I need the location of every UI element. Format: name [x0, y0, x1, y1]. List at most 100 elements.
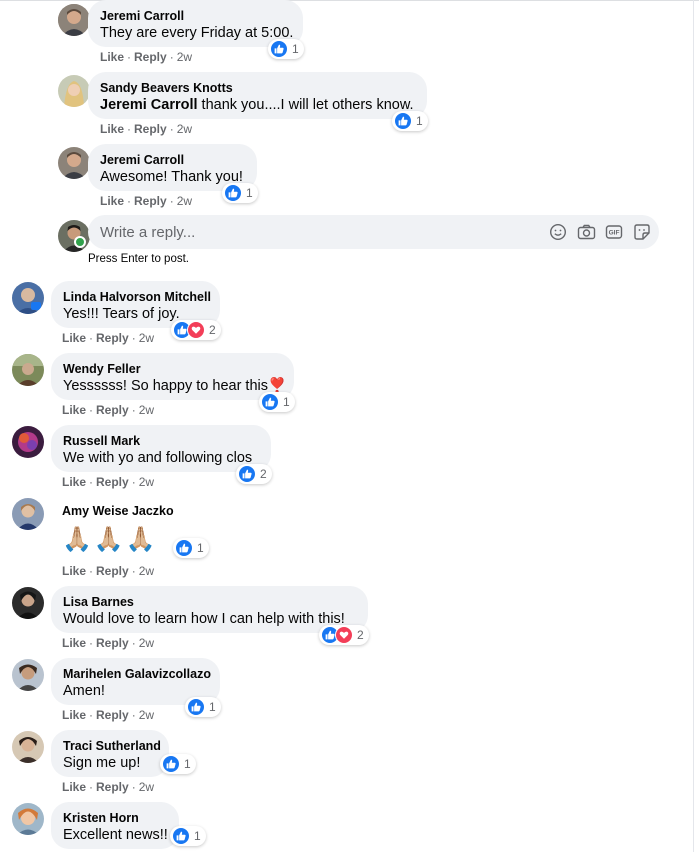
- comment-actions: Like · Reply · 2w: [62, 708, 155, 722]
- reply-link[interactable]: Reply: [134, 122, 167, 136]
- reaction-summary[interactable]: 1: [160, 754, 196, 774]
- comment-age[interactable]: 2w: [139, 780, 154, 794]
- comment-age[interactable]: 2w: [177, 122, 192, 136]
- reply-composer[interactable]: GIF: [88, 215, 659, 249]
- like-link[interactable]: Like: [62, 636, 86, 650]
- reaction-summary[interactable]: 1: [170, 826, 206, 846]
- comment-text-body: thank you....I will let others know.: [197, 97, 414, 113]
- like-link[interactable]: Like: [100, 122, 124, 136]
- reaction-count: 2: [260, 467, 267, 481]
- comment-text: Sign me up!: [63, 755, 141, 771]
- like-link[interactable]: Like: [62, 331, 86, 345]
- like-link[interactable]: Like: [62, 780, 86, 794]
- reaction-summary[interactable]: 1: [222, 183, 258, 203]
- comment-age[interactable]: 2w: [139, 564, 154, 578]
- reply-link[interactable]: Reply: [134, 194, 167, 208]
- avatar[interactable]: [12, 354, 44, 386]
- comment-author[interactable]: Amy Weise Jaczko: [62, 503, 174, 519]
- comment-author[interactable]: Lisa Barnes: [63, 594, 356, 610]
- mention-link[interactable]: Jeremi Carroll: [100, 97, 198, 113]
- like-link[interactable]: Like: [62, 564, 86, 578]
- like-link[interactable]: Like: [62, 708, 86, 722]
- comment-author[interactable]: Kristen Horn: [63, 810, 167, 826]
- avatar[interactable]: [58, 4, 90, 36]
- current-user-avatar[interactable]: [58, 220, 90, 252]
- comment-text: We with yo and following clos: [63, 450, 253, 466]
- reaction-summary[interactable]: 1: [392, 111, 428, 131]
- online-status-dot: [74, 236, 86, 248]
- reply-link[interactable]: Reply: [96, 636, 129, 650]
- gif-icon[interactable]: GIF: [604, 222, 624, 242]
- reply-link[interactable]: Reply: [96, 708, 129, 722]
- reply-link[interactable]: Reply: [96, 564, 129, 578]
- comment-author[interactable]: Jeremi Carroll: [100, 152, 245, 168]
- reaction-count: 1: [416, 114, 423, 128]
- comment-bubble: Russell Mark We with yo and following cl…: [51, 425, 271, 472]
- comment-age[interactable]: 2w: [139, 403, 154, 417]
- avatar[interactable]: [12, 731, 44, 763]
- avatar[interactable]: [58, 147, 90, 179]
- reaction-count: 2: [209, 323, 216, 337]
- avatar[interactable]: [12, 587, 44, 619]
- camera-icon[interactable]: [576, 222, 596, 242]
- avatar[interactable]: [12, 659, 44, 691]
- reply-link[interactable]: Reply: [96, 403, 129, 417]
- comment-author[interactable]: Sandy Beavers Knotts: [100, 80, 415, 96]
- comment-actions: Like · Reply · 2w: [62, 564, 155, 578]
- reaction-summary[interactable]: 1: [185, 697, 221, 717]
- like-link[interactable]: Like: [100, 194, 124, 208]
- comment-age[interactable]: 2w: [177, 50, 192, 64]
- comment-author[interactable]: Marihelen Galavizcollazo: [63, 666, 211, 682]
- reaction-count: 1: [194, 829, 201, 843]
- avatar[interactable]: [12, 803, 44, 835]
- comment-actions: Like · Reply · 2w: [100, 122, 193, 136]
- comment-age[interactable]: 2w: [177, 194, 192, 208]
- like-reaction-icon: [175, 539, 193, 557]
- reply-link[interactable]: Reply: [96, 331, 129, 345]
- comment-age[interactable]: 2w: [139, 475, 154, 489]
- comment-age[interactable]: 2w: [139, 636, 154, 650]
- avatar[interactable]: [12, 282, 44, 314]
- avatar[interactable]: [12, 498, 44, 530]
- like-reaction-icon: [270, 40, 288, 58]
- comment-text: They are every Friday at 5:00.: [100, 25, 294, 41]
- comment-author[interactable]: Russell Mark: [63, 433, 259, 449]
- emoji-icon[interactable]: [548, 222, 568, 242]
- comment-author[interactable]: Traci Sutherland: [63, 738, 161, 754]
- reply-link[interactable]: Reply: [96, 475, 129, 489]
- comment-age[interactable]: 2w: [139, 708, 154, 722]
- like-link[interactable]: Like: [100, 50, 124, 64]
- like-link[interactable]: Like: [62, 403, 86, 417]
- reaction-count: 1: [197, 541, 204, 555]
- svg-text:GIF: GIF: [609, 230, 620, 237]
- sticker-icon[interactable]: [632, 222, 652, 242]
- reply-link[interactable]: Reply: [134, 50, 167, 64]
- comment-age[interactable]: 2w: [139, 331, 154, 345]
- comment-text: Excellent news!!: [63, 827, 168, 843]
- reaction-summary[interactable]: 1: [268, 39, 304, 59]
- comment-actions: Like · Reply · 2w: [62, 403, 155, 417]
- comment-author[interactable]: Jeremi Carroll: [100, 8, 291, 24]
- comment-text: Jeremi Carroll thank you....I will let o…: [100, 96, 415, 115]
- comment-author[interactable]: Linda Halvorson Mitchell: [63, 289, 211, 305]
- like-reaction-icon: [187, 698, 205, 716]
- reaction-summary[interactable]: 2: [319, 625, 369, 645]
- comment-text: Awesome! Thank you!: [100, 169, 243, 185]
- comment-bubble: Jeremi Carroll They are every Friday at …: [88, 0, 303, 47]
- reaction-summary[interactable]: 2: [236, 464, 272, 484]
- reply-input[interactable]: [88, 215, 552, 249]
- reaction-summary[interactable]: 2: [171, 320, 221, 340]
- love-reaction-icon: [335, 626, 353, 644]
- comment-actions: Like · Reply · 2w: [100, 194, 193, 208]
- avatar[interactable]: [12, 426, 44, 458]
- like-link[interactable]: Like: [62, 475, 86, 489]
- comment-bubble: Lisa Barnes Would love to learn how I ca…: [51, 586, 368, 633]
- reply-link[interactable]: Reply: [96, 780, 129, 794]
- reaction-summary[interactable]: 1: [259, 392, 295, 412]
- reaction-summary[interactable]: 1: [173, 538, 209, 558]
- like-reaction-icon: [394, 112, 412, 130]
- comment-author[interactable]: Wendy Feller: [63, 361, 282, 377]
- comment-actions: Like · Reply · 2w: [62, 475, 155, 489]
- scrollbar-track[interactable]: [693, 0, 694, 852]
- avatar[interactable]: [58, 75, 90, 107]
